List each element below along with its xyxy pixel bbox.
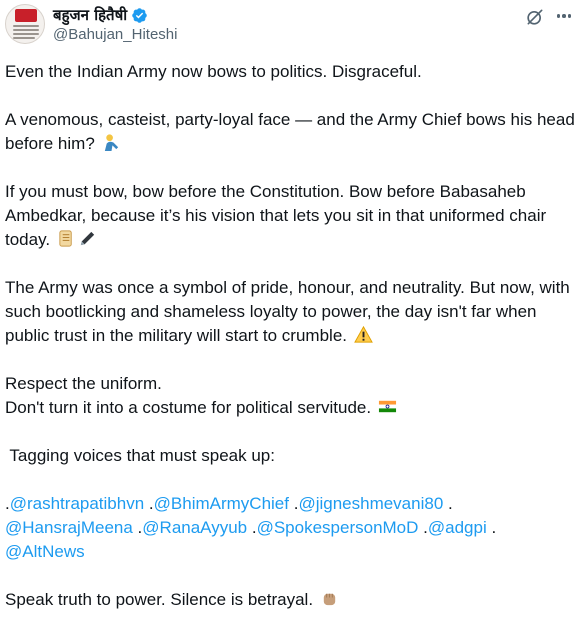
tweet-text-span: The Army was once a symbol of pride, hon… — [5, 278, 570, 345]
tweet-paragraph: Even the Indian Army now bows to politic… — [5, 62, 422, 81]
tweet-paragraph: A venomous, casteist, party-loyal face —… — [5, 108, 577, 156]
tweet-paragraph: Tagging voices that must speak up: — [5, 446, 275, 465]
tweet-text-span: Don't turn it into a costume for politic… — [5, 398, 372, 417]
author-name-row: बहुजन हितैषी — [53, 5, 148, 25]
mention-link[interactable]: @adgpi — [428, 518, 487, 537]
tweet-paragraph: The Army was once a symbol of pride, hon… — [5, 276, 577, 348]
tweet-header: बहुजन हितैषी @Bahujan_Hiteshi — [0, 0, 579, 50]
mentions-paragraph: .@rashtrapatibhvn .@BhimArmyChief .@jign… — [5, 494, 497, 561]
india-flag-emoji — [378, 400, 396, 413]
scroll-emoji — [59, 230, 72, 247]
person-bowing-emoji — [104, 134, 118, 152]
verified-badge-icon[interactable] — [131, 7, 148, 24]
tweet-paragraph: If you must bow, bow before the Constitu… — [5, 180, 577, 252]
mention-link[interactable]: @BhimArmyChief — [154, 494, 289, 513]
avatar-text-line — [13, 33, 39, 35]
tweet-text-span: A venomous, casteist, party-loyal face —… — [5, 110, 575, 153]
tweet-paragraph: Respect the uniform. — [5, 374, 162, 393]
tweet-paragraph: Don't turn it into a costume for politic… — [5, 396, 577, 420]
tweet-text: Even the Indian Army now bows to politic… — [5, 60, 577, 612]
mention-link[interactable]: @AltNews — [5, 542, 85, 561]
profile-avatar[interactable] — [5, 4, 45, 44]
tweet-paragraph: Speak truth to power. Silence is betraya… — [5, 588, 577, 612]
author-handle[interactable]: @Bahujan_Hiteshi — [53, 26, 177, 44]
avatar-text-line — [13, 37, 35, 39]
avatar-text-line — [13, 29, 39, 31]
pen-emoji — [80, 231, 94, 246]
mention-link[interactable]: @SpokespersonMoD — [257, 518, 419, 537]
raised-fist-emoji — [323, 593, 335, 606]
avatar-image — [15, 9, 37, 22]
more-options-icon[interactable] — [554, 6, 574, 26]
grok-icon[interactable] — [525, 7, 545, 27]
mention-link[interactable]: @HansrajMeena — [5, 518, 133, 537]
mention-link[interactable]: @rashtrapatibhvn — [10, 494, 144, 513]
mention-link[interactable]: @RanaAyyub — [142, 518, 247, 537]
warning-emoji — [353, 325, 373, 343]
avatar-text-line — [13, 25, 39, 27]
tweet-text-span: Speak truth to power. Silence is betraya… — [5, 590, 314, 609]
mention-link[interactable]: @jigneshmevani80 — [298, 494, 443, 513]
author-display-name[interactable]: बहुजन हितैषी — [53, 5, 127, 25]
